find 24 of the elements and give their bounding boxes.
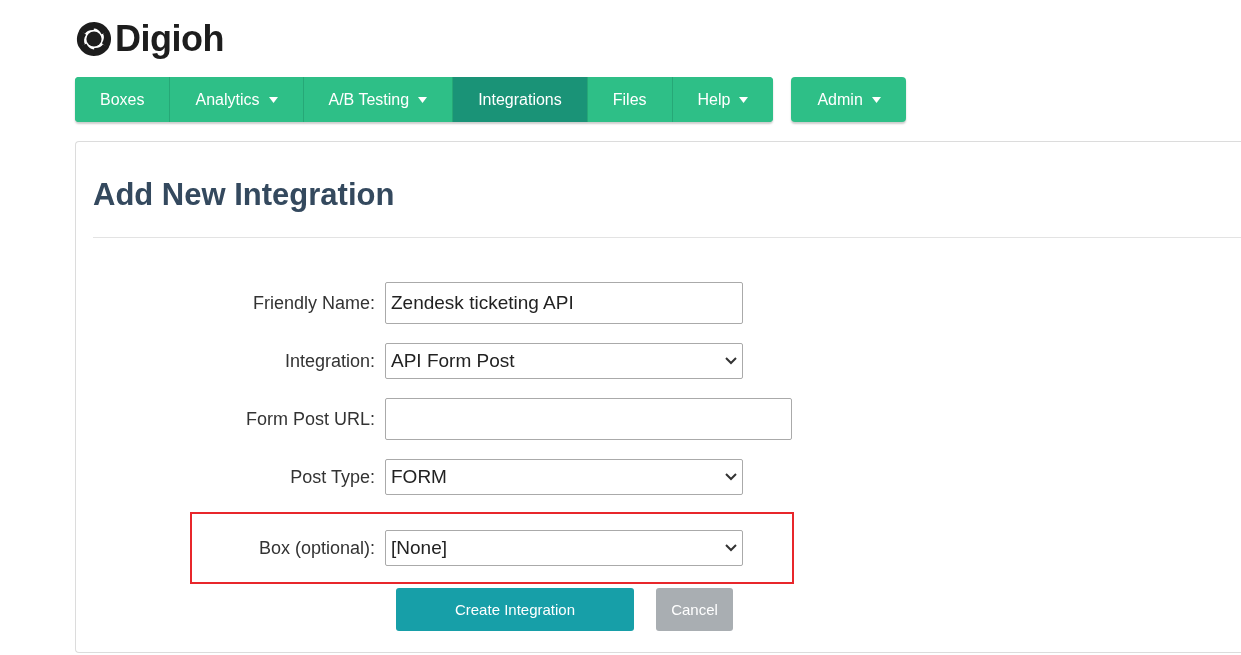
field-label: Form Post URL: bbox=[244, 408, 376, 430]
logo-icon bbox=[75, 20, 113, 58]
nav-tab[interactable]: Help bbox=[672, 77, 774, 122]
select-field[interactable]: FORM bbox=[385, 459, 743, 495]
select-field[interactable]: API Form Post bbox=[385, 343, 743, 379]
select-field[interactable]: [None] bbox=[385, 530, 743, 566]
field-label: Friendly Name: bbox=[251, 292, 376, 314]
page-title: Add New Integration bbox=[93, 142, 1241, 238]
nav-tab[interactable]: Boxes bbox=[75, 77, 171, 122]
create-button[interactable]: Create Integration bbox=[396, 588, 634, 631]
logo-text: Digioh bbox=[115, 18, 224, 60]
field-label: Post Type: bbox=[289, 466, 376, 488]
chevron-down-icon bbox=[725, 357, 737, 365]
nav-tab[interactable]: Files bbox=[587, 77, 673, 122]
chevron-down-icon bbox=[725, 544, 737, 552]
admin-menu[interactable]: Admin bbox=[791, 77, 906, 122]
chevron-down-icon bbox=[725, 473, 737, 481]
field-label: Integration: bbox=[283, 350, 376, 372]
field-label: Box (optional): bbox=[257, 537, 376, 559]
nav-tab[interactable]: A/B Testing bbox=[303, 77, 454, 122]
text-field[interactable]: Zendesk ticketing API bbox=[385, 282, 743, 324]
text-field[interactable] bbox=[385, 398, 792, 440]
nav-tab[interactable]: Integrations bbox=[453, 77, 588, 122]
nav-tab[interactable]: Analytics bbox=[170, 77, 304, 122]
